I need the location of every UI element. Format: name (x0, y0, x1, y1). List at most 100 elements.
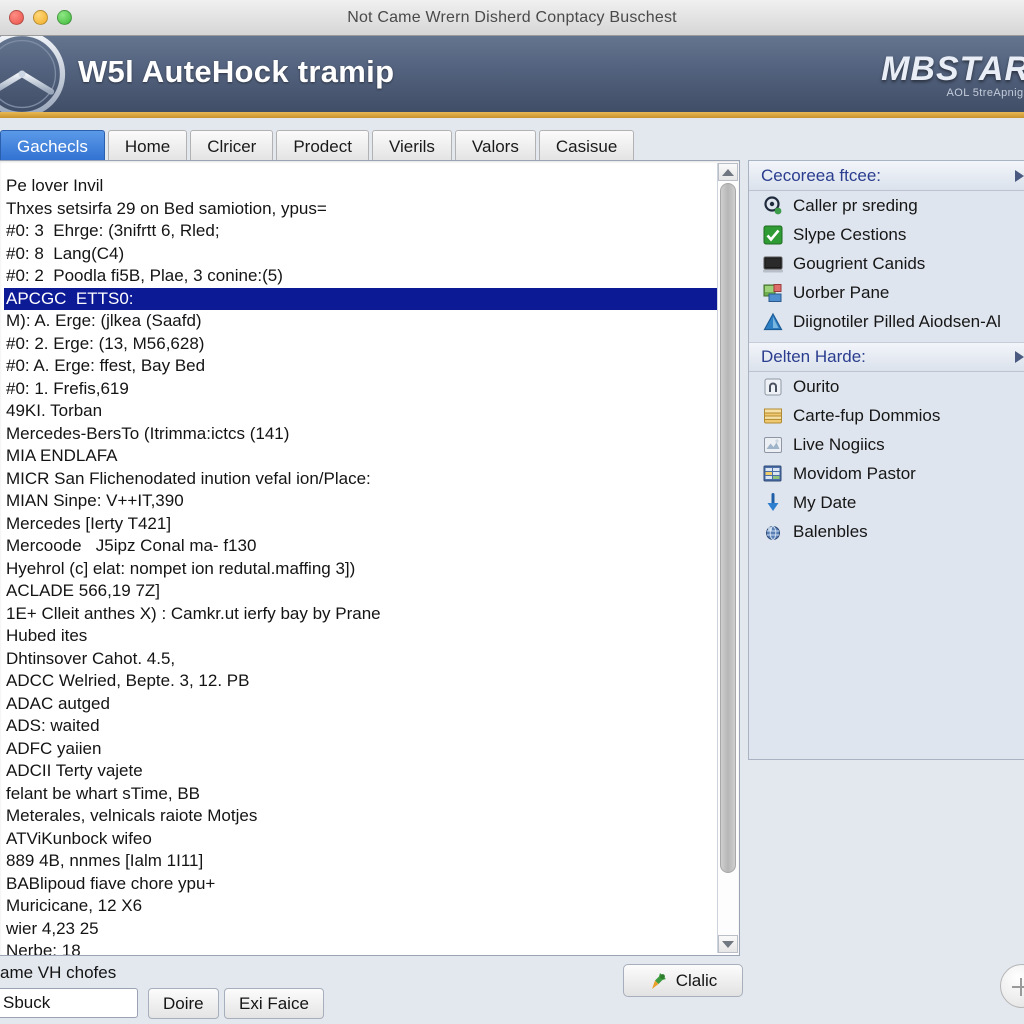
sidebar-section-header-0[interactable]: Cecoreea ftcee: (749, 161, 1024, 191)
report-line[interactable]: #0: 2 Poodla fi5B, Plae, 3 conine:(5) (4, 265, 731, 288)
sidebar-item-label: Diignotiler Pilled Aiodsen-Al (793, 311, 1001, 331)
tools-sidebar: Cecoreea ftcee: Caller pr sreding Slype Ce… (748, 160, 1024, 760)
sidebar-item-0-3[interactable]: Uorber Pane (749, 278, 1024, 307)
report-line[interactable]: ADCII Terty vajete (4, 760, 731, 783)
tab-bar: Gachecls Home Clricer Prodect Vierils Valors C… (0, 126, 1024, 162)
report-line[interactable]: Meterales, velnicals raiote Motjes (4, 805, 731, 828)
picture-icon (763, 435, 783, 455)
tab-valors[interactable]: Valors (454, 130, 536, 162)
tab-casisue[interactable]: Casisue (538, 130, 635, 162)
sidebar-item-label: Movidom Pastor (793, 463, 916, 483)
diagnostic-report-panel: Pe lover Invil Thxes setsirfa 29 on Bed s… (0, 160, 740, 956)
report-line[interactable]: M): A. Erge: (jlkea (Saafd) (4, 310, 731, 333)
blue-triangle-icon (763, 312, 783, 332)
sidebar-item-0-2[interactable]: Gougrient Canids (749, 249, 1024, 278)
sidebar-item-1-3[interactable]: Movidom Pastor (749, 459, 1024, 488)
report-line[interactable]: MIAN Sinpe: V++IT,390 (4, 490, 731, 513)
tab-vierils[interactable]: Vierils (371, 130, 452, 162)
sidebar-item-label: Slype Cestions (793, 224, 907, 244)
report-line[interactable]: 1E+ Clleit anthes X) : Camkr.ut ierfy ba… (4, 603, 731, 626)
sidebar-item-0-0[interactable]: Caller pr sreding (749, 191, 1024, 220)
tab-home[interactable]: Home (107, 130, 188, 162)
sidebar-item-1-5[interactable]: Balenbles (749, 517, 1024, 546)
report-line[interactable]: Hubed ites (4, 625, 731, 648)
tab-prodect[interactable]: Prodect (276, 130, 369, 162)
report-line[interactable]: wier 4,23 25 (4, 918, 731, 941)
spreadsheet-icon (763, 464, 783, 484)
green-checkbox-icon (763, 225, 783, 245)
report-line[interactable]: ADAC autged (4, 693, 731, 716)
sidebar-item-1-2[interactable]: Live Nogiics (749, 430, 1024, 459)
report-line[interactable]: Muricicane, 12 X6 (4, 895, 731, 918)
exit-button[interactable]: Exi Faice (224, 988, 324, 1019)
sidebar-item-label: Caller pr sreding (793, 195, 918, 215)
report-line[interactable]: MIA ENDLAFA (4, 445, 731, 468)
window-title: Not Came Wrern Disherd Conptacy Buschest (347, 8, 677, 26)
mercedes-star-logo (0, 36, 66, 118)
report-line[interactable]: 889 4B, nnmes [Ialm 1I11] (4, 850, 731, 873)
report-line[interactable]: #0: 3 Ehrge: (3nifrtt 6, Rled; (4, 220, 731, 243)
chevron-right-icon (1015, 169, 1024, 182)
chevron-down-icon (722, 940, 734, 948)
report-line[interactable]: Mercedes [Ierty T421] (4, 513, 731, 536)
scroll-down-button[interactable] (718, 935, 738, 953)
chevron-up-icon (722, 168, 734, 176)
report-line[interactable]: Pe lover Invil (4, 175, 731, 198)
report-line[interactable]: #0: 8 Lang(C4) (4, 243, 731, 266)
report-line[interactable]: felant be whart sTime, BB (4, 783, 731, 806)
chevron-right-icon (1015, 351, 1024, 363)
report-line[interactable]: ADCC Welried, Bepte. 3, 12. PB (4, 670, 731, 693)
search-input[interactable] (0, 988, 138, 1018)
sidebar-item-label: Live Nogiics (793, 434, 885, 454)
image-panel-icon (763, 283, 783, 303)
app-banner: W5l AuteHock tramip MBSTAR AOL 5treApnig… (0, 36, 1024, 118)
report-text[interactable]: Pe lover Invil Thxes setsirfa 29 on Bed s… (0, 161, 739, 955)
report-line[interactable]: #0: 1. Frefis,619 (4, 378, 731, 401)
monitor-icon (763, 254, 783, 274)
sidebar-item-0-1[interactable]: Slype Cestions (749, 220, 1024, 249)
report-line[interactable]: Mercoode J5ipz Conal ma- f130 (4, 535, 731, 558)
arch-box-icon (763, 377, 783, 397)
sidebar-item-label: Uorber Pane (793, 282, 890, 302)
window-title-bar: Not Came Wrern Disherd Conptacy Buschest (0, 0, 1024, 36)
report-line[interactable]: #0: 2. Erge: (13, M56,628) (4, 333, 731, 356)
main-content: Pe lover Invil Thxes setsirfa 29 on Bed s… (0, 160, 1024, 960)
sidebar-section-header-1[interactable]: Delten Harde: (749, 342, 1024, 372)
report-line[interactable]: Thxes setsirfa 29 on Bed samiotion, ypus… (4, 198, 731, 221)
report-line[interactable]: Mercedes-BersTo (Itrimma:ictcs (141) (4, 423, 731, 446)
report-line[interactable]: BABlipoud fiave chore ypu+ (4, 873, 731, 896)
calc-button-label: Clalic (675, 970, 718, 990)
report-line[interactable]: Hyehrol (c] elat: nompet ion redutal.maf… (4, 558, 731, 581)
report-line[interactable]: MICR San Flichenodated inution vefal ion… (4, 468, 731, 491)
report-line[interactable]: Nerbe: 18 (4, 940, 731, 955)
sidebar-item-1-1[interactable]: Carte-fup Dommios (749, 401, 1024, 430)
sidebar-item-0-4[interactable]: Diignotiler Pilled Aiodsen-Al (749, 307, 1024, 336)
sidebar-item-1-0[interactable]: Ourito (749, 372, 1024, 401)
sidebar-item-label: Gougrient Canids (793, 253, 926, 273)
scrollbar-thumb[interactable] (720, 183, 736, 873)
doire-button[interactable]: Doire (148, 988, 219, 1019)
sidebar-section-title: Cecoreea ftcee: (761, 165, 882, 185)
application-window: Not Came Wrern Disherd Conptacy Buschest… (0, 0, 1024, 1024)
tab-gachecls[interactable]: Gachecls (0, 130, 105, 162)
app-title: W5l AuteHock tramip (78, 54, 395, 89)
mbstar-brand: MBSTAR AOL 5treApnige (881, 50, 1024, 99)
tab-clricer[interactable]: Clricer (190, 130, 274, 162)
sidebar-item-label: My Date (793, 492, 857, 512)
report-line[interactable]: ACLADE 566,19 7Z] (4, 580, 731, 603)
report-line[interactable]: 49KI. Torban (4, 400, 731, 423)
calc-button[interactable]: Clalic (623, 964, 743, 997)
report-scrollbar[interactable] (717, 163, 738, 953)
report-line[interactable]: #0: A. Erge: ffest, Bay Bed (4, 355, 731, 378)
sidebar-item-1-4[interactable]: My Date (749, 488, 1024, 517)
report-line[interactable]: Dhtinsover Cahot. 4.5, (4, 648, 731, 671)
bottom-toolbar: ame VH chofes Doire Exi Faice Clalic (0, 960, 1024, 1024)
drawer-icon (763, 406, 783, 426)
scroll-up-button[interactable] (718, 163, 738, 181)
report-line-selected[interactable]: APCGC ETTS0: (4, 287, 731, 310)
report-line[interactable]: ADS: waited (4, 715, 731, 738)
blue-down-arrow-icon (763, 492, 783, 513)
report-line[interactable]: ADFC yaiien (4, 738, 731, 761)
sidebar-section-title: Delten Harde: (761, 347, 866, 366)
report-line[interactable]: ATViKunbock wifeo (4, 828, 731, 851)
